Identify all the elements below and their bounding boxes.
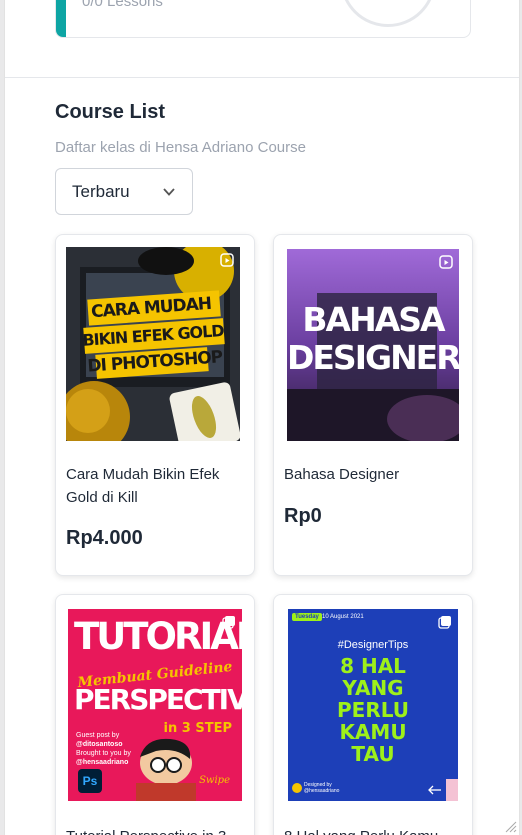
avatar [292, 783, 302, 793]
thumb-headline: CARA MUDAH BIKIN EFEK GOLD DI PHOTOSHOP [81, 293, 225, 377]
progress-card[interactable]: 0/0 Lessons [55, 0, 471, 38]
reels-icon [439, 255, 453, 269]
lessons-count: 0/0 Lessons [82, 0, 163, 10]
page-title: Course List [55, 101, 166, 123]
course-name: Bahasa Designer [284, 466, 400, 483]
thumb-headline: BAHASA DESIGNER [287, 300, 459, 377]
reels-icon [220, 253, 234, 267]
course-name: 8 Hal yang Perlu Kamu Tau [284, 825, 464, 835]
course-card[interactable]: BAHASA DESIGNER Bahasa Designer Rp0 [273, 234, 473, 576]
thumb-credits: Designed by @hensaadriano [304, 782, 340, 794]
carousel-icon [438, 616, 451, 629]
course-card[interactable]: TUTORIAL Membuat Guideline PERSPECTIVE i… [55, 594, 255, 835]
section-divider [5, 77, 519, 78]
course-card[interactable]: CARA MUDAH BIKIN EFEK GOLD DI PHOTOSHOP … [55, 234, 255, 576]
course-card[interactable]: Tuesday 10 August 2021 #DesignerTips 8 H… [273, 594, 473, 835]
course-thumbnail: CARA MUDAH BIKIN EFEK GOLD DI PHOTOSHOP [66, 247, 240, 441]
sort-selected-label: Terbaru [72, 181, 130, 201]
date-badge: Tuesday [292, 613, 322, 621]
thumb-hashtag: #DesignerTips [337, 639, 409, 651]
photoshop-icon: Ps [78, 769, 102, 793]
course-price: Rp4.000 [66, 527, 143, 549]
chevron-down-icon [163, 188, 175, 196]
page-subtitle: Daftar kelas di Hensa Adriano Course [55, 139, 306, 156]
course-price: Rp0 [284, 505, 322, 527]
course-name: Tutorial Perspective in 3 Step [66, 825, 246, 835]
thumb-swipe: Swipe [199, 775, 230, 786]
thumb-headline: 8 HAL YANG PERLU KAMU TAU [337, 654, 409, 766]
carousel-icon [222, 616, 235, 629]
sort-select[interactable]: Terbaru [55, 168, 193, 215]
course-name: Cara Mudah Bikin Efek Gold di Kill [66, 466, 220, 506]
course-thumbnail: Tuesday 10 August 2021 #DesignerTips 8 H… [288, 609, 458, 801]
thumb-subtitle: PERSPECTIVE [74, 683, 242, 716]
thumb-title: TUTORIAL [74, 615, 242, 658]
progress-card-accent [56, 0, 66, 37]
arrow-left-icon [428, 785, 441, 795]
character-illustration [136, 738, 196, 801]
course-thumbnail: BAHASA DESIGNER [287, 249, 459, 441]
progress-ring [340, 0, 436, 27]
resize-grip-icon[interactable] [505, 821, 517, 833]
thumb-date: 10 August 2021 [322, 614, 364, 620]
thumb-corner-accent [446, 779, 458, 801]
course-thumbnail: TUTORIAL Membuat Guideline PERSPECTIVE i… [68, 609, 242, 801]
page-frame: 0/0 Lessons Course List Daftar kelas di … [4, 0, 520, 835]
thumb-credits: Guest post by @ditosantoso Brought to yo… [76, 732, 131, 766]
